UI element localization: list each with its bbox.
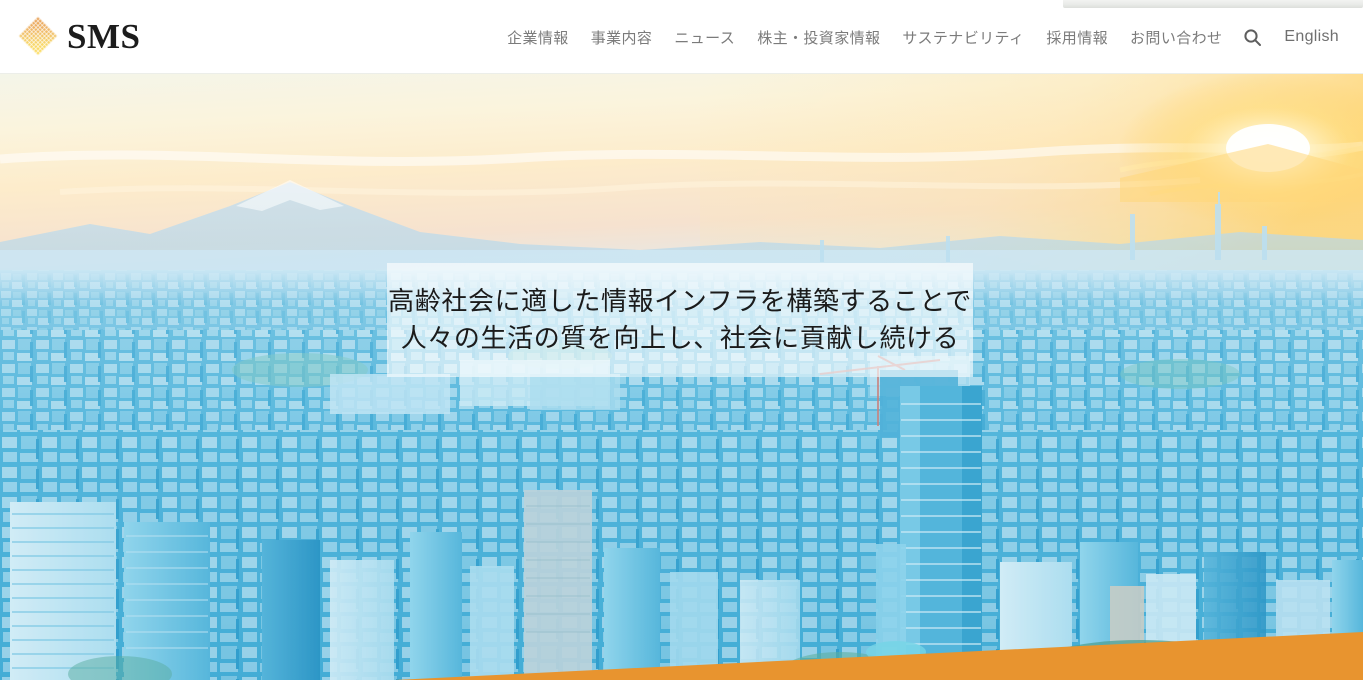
main-navigation: 企業情報 事業内容 ニュース 株主・投資家情報 サステナビリティ 採用情報 お問… xyxy=(496,0,1349,74)
hero-cityscape-image xyxy=(0,74,1363,680)
nav-sustainability[interactable]: サステナビリティ xyxy=(891,27,1035,48)
hero-headline-line-1: 高齢社会に適した情報インフラを構築することで xyxy=(388,286,972,317)
nav-company-info[interactable]: 企業情報 xyxy=(496,27,580,48)
nav-recruit[interactable]: 採用情報 xyxy=(1035,27,1119,48)
logo-wordmark: SMS xyxy=(67,16,141,56)
language-switch-english[interactable]: English xyxy=(1272,28,1349,46)
search-icon[interactable] xyxy=(1233,28,1272,47)
top-overlay-strip xyxy=(1063,0,1363,8)
hero-headline-line-2: 人々の生活の質を向上し、社会に貢献し続ける xyxy=(400,323,960,353)
site-logo[interactable]: SMS xyxy=(18,16,140,56)
site-header: SMS 企業情報 事業内容 ニュース 株主・投資家情報 サステナビリティ 採用情… xyxy=(0,0,1363,74)
orange-diagonal-accent-band xyxy=(0,620,1363,680)
nav-ir[interactable]: 株主・投資家情報 xyxy=(746,27,891,48)
nav-news[interactable]: ニュース xyxy=(663,27,746,48)
nav-business[interactable]: 事業内容 xyxy=(580,27,664,48)
nav-contact[interactable]: お問い合わせ xyxy=(1119,27,1233,48)
sms-diamond-logo-icon xyxy=(18,16,58,56)
hero-message-box: 高齢社会に適した情報インフラを構築することで 人々の生活の質を向上し、社会に貢献… xyxy=(387,263,973,377)
hero-section: 高齢社会に適した情報インフラを構築することで 人々の生活の質を向上し、社会に貢献… xyxy=(0,74,1363,680)
